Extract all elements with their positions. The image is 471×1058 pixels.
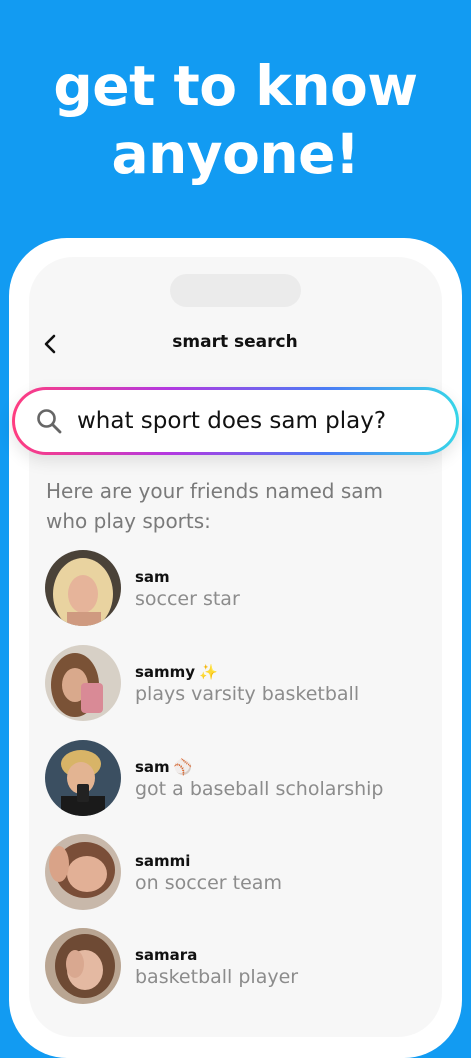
result-name: samara: [135, 946, 198, 964]
avatar: [45, 834, 121, 910]
list-item-result-4[interactable]: sammi on soccer team: [45, 834, 425, 910]
chevron-left-icon: [44, 334, 56, 354]
results-intro: Here are your friends named sam who play…: [46, 479, 384, 533]
page-title: smart search: [172, 332, 298, 352]
dynamic-island: [170, 274, 301, 307]
avatar: [45, 550, 121, 626]
result-description: on soccer team: [135, 872, 282, 894]
headline-line-2: anyone!: [111, 122, 360, 186]
search-input[interactable]: what sport does sam play?: [77, 408, 386, 434]
result-description: plays varsity basketball: [135, 683, 360, 705]
list-item-result-2[interactable]: sammy ✨ plays varsity basketball: [45, 645, 425, 721]
back-button[interactable]: [38, 330, 62, 358]
headline: get to know anyone!: [0, 52, 471, 188]
list-item-result-1[interactable]: sam soccer star: [45, 550, 425, 626]
result-name: sam ⚾: [135, 758, 193, 776]
result-name: sam: [135, 568, 170, 586]
result-name: sammi: [135, 852, 191, 870]
result-description: got a baseball scholarship: [135, 778, 384, 800]
list-item-result-5[interactable]: samara basketball player: [45, 928, 425, 1004]
avatar: [45, 928, 121, 1004]
smart-search-bar[interactable]: what sport does sam play?: [12, 387, 459, 455]
headline-line-1: get to know: [53, 54, 418, 118]
avatar: [45, 740, 121, 816]
result-description: basketball player: [135, 966, 299, 988]
result-name: sammy ✨: [135, 663, 218, 681]
list-item-result-3[interactable]: sam ⚾ got a baseball scholarship: [45, 740, 425, 816]
result-description: soccer star: [135, 588, 240, 610]
search-icon: [37, 409, 62, 434]
avatar: [45, 645, 121, 721]
